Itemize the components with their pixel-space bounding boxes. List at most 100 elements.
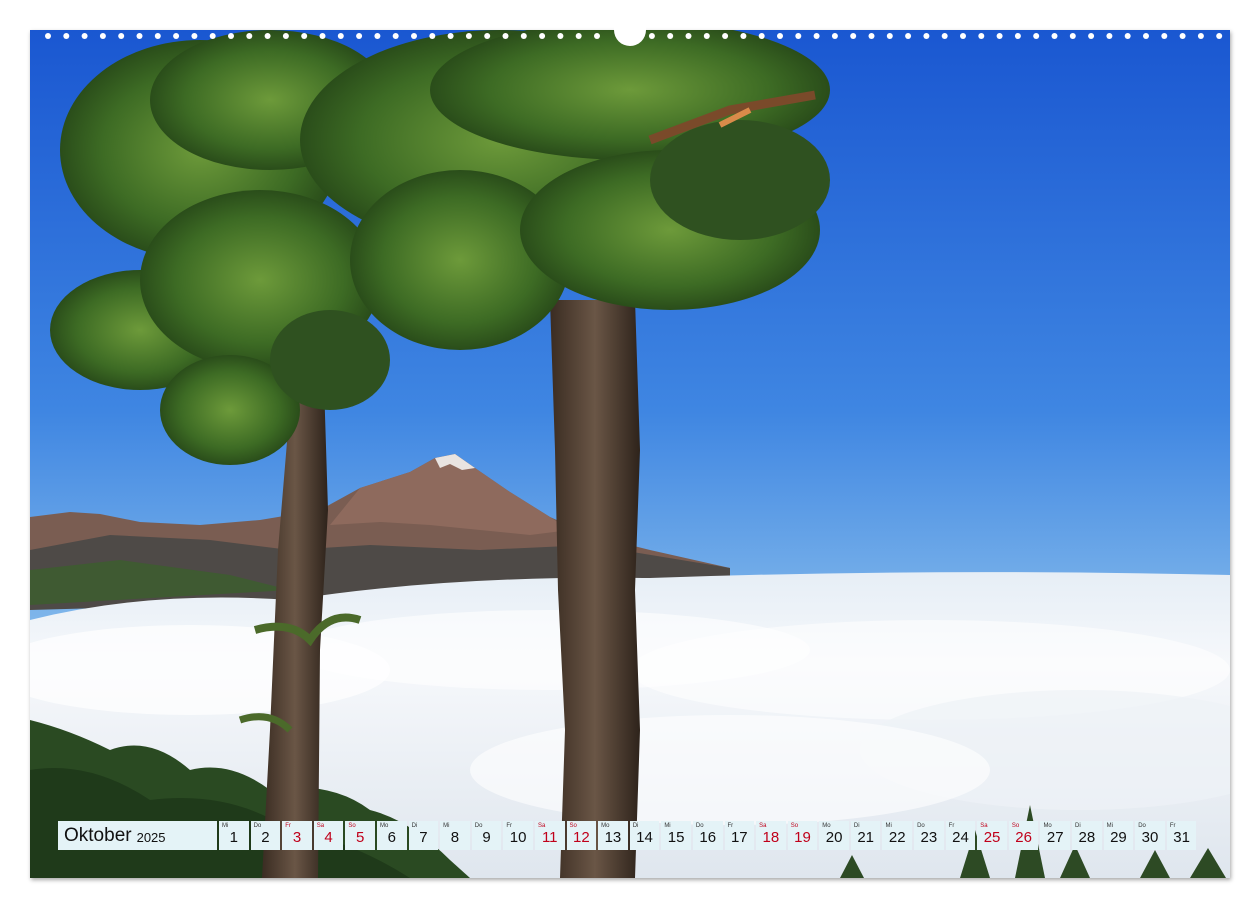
binding-hole — [648, 33, 655, 39]
day-number: 22 — [888, 829, 906, 846]
month-label: Oktober 2025 — [58, 821, 217, 850]
binding-hole — [392, 33, 399, 39]
day-number: 23 — [920, 829, 938, 846]
calendar-day: Mi 1 — [219, 821, 249, 850]
binding-hole — [81, 33, 88, 39]
binding-hole — [539, 33, 546, 39]
calendar-day: Do 30 — [1135, 821, 1165, 850]
binding-hole — [520, 33, 527, 39]
day-number: 18 — [762, 829, 780, 846]
calendar-day: So 26 — [1008, 821, 1039, 850]
binding-hole — [996, 33, 1003, 39]
binding-hole — [118, 33, 125, 39]
binding-hole — [465, 33, 472, 39]
calendar-day: So 19 — [787, 821, 818, 850]
binding-hole — [575, 33, 582, 39]
spiral-binding — [30, 26, 1230, 46]
day-number: 3 — [292, 829, 302, 846]
day-number: 14 — [636, 829, 653, 846]
binding-hole — [758, 33, 765, 39]
calendar-day: Mi 22 — [882, 821, 913, 850]
day-number: 25 — [983, 829, 1001, 846]
day-number: 13 — [604, 829, 622, 846]
binding-hole — [667, 33, 674, 39]
calendar-day: Do 9 — [471, 821, 502, 850]
binding-hole — [429, 33, 436, 39]
day-number: 7 — [419, 829, 428, 846]
binding-hole — [136, 33, 143, 39]
day-number: 27 — [1046, 829, 1064, 846]
binding-hole — [154, 33, 161, 39]
day-number: 21 — [857, 829, 875, 846]
calendar-strip: Oktober 2025 Mi 1 Do 2 Fr 3 Sa 4 So 5 Mo 6 Di 7 Mi 8 Do 9… — [58, 821, 1197, 850]
day-number: 5 — [356, 829, 365, 846]
binding-hole — [868, 33, 875, 39]
binding-hole — [319, 33, 326, 39]
calendar-day: Mi 29 — [1103, 821, 1134, 850]
binding-hole — [1216, 33, 1223, 39]
binding-hole — [356, 33, 363, 39]
calendar-day: Do 2 — [250, 821, 281, 850]
binding-hole — [795, 33, 802, 39]
binding-hole — [374, 33, 381, 39]
day-number: 30 — [1141, 829, 1159, 846]
binding-hole — [886, 33, 893, 39]
calendar-day: Do 16 — [692, 821, 723, 850]
hanging-notch — [614, 26, 646, 46]
binding-hole — [905, 33, 912, 39]
day-number: 1 — [229, 829, 238, 846]
binding-hole — [703, 33, 710, 39]
binding-hole — [1197, 33, 1204, 39]
binding-hole — [1179, 33, 1186, 39]
calendar-day: Di 21 — [850, 821, 881, 850]
binding-holes — [45, 26, 1223, 46]
day-number: 31 — [1173, 829, 1190, 846]
binding-hole — [594, 33, 600, 39]
binding-hole — [282, 33, 289, 39]
calendar-day: Di 14 — [629, 821, 660, 850]
binding-hole — [1051, 33, 1058, 39]
day-number: 26 — [1015, 829, 1032, 846]
calendar-day: Di 7 — [408, 821, 439, 850]
binding-hole — [411, 33, 417, 39]
binding-hole — [173, 33, 180, 39]
binding-hole — [1106, 33, 1113, 39]
binding-hole — [1143, 33, 1149, 39]
calendar-day: Do 23 — [914, 821, 944, 850]
calendar-day: Fr 31 — [1166, 821, 1197, 850]
binding-hole — [209, 33, 216, 39]
calendar-day: So 12 — [566, 821, 597, 850]
binding-hole — [246, 33, 253, 39]
day-number: 10 — [509, 829, 527, 846]
calendar-day: Fr 24 — [945, 821, 976, 850]
binding-hole — [191, 33, 198, 39]
binding-hole — [685, 33, 692, 39]
binding-hole — [301, 33, 308, 39]
binding-hole — [447, 33, 454, 39]
binding-hole — [978, 33, 985, 39]
binding-hole — [740, 33, 747, 39]
calendar-day: Mo 6 — [376, 821, 407, 850]
binding-hole — [63, 33, 70, 39]
binding-hole — [923, 33, 930, 39]
day-number: 12 — [572, 829, 590, 846]
binding-hole — [45, 33, 51, 39]
day-number: 4 — [324, 829, 333, 846]
calendar-day: Sa 4 — [313, 821, 344, 850]
day-number: 29 — [1110, 829, 1127, 846]
calendar-day: Mo 27 — [1040, 821, 1071, 850]
day-number: 15 — [667, 829, 685, 846]
day-number: 19 — [794, 829, 811, 846]
day-number: 28 — [1078, 829, 1096, 846]
binding-hole — [1161, 33, 1168, 39]
calendar-day: So 5 — [345, 821, 375, 850]
binding-hole — [1069, 33, 1076, 39]
binding-hole — [228, 33, 234, 39]
binding-hole — [722, 33, 729, 39]
calendar-day: Fr 17 — [724, 821, 755, 850]
calendar-photo — [30, 30, 1230, 878]
day-number: 8 — [450, 829, 460, 846]
calendar-day: Sa 11 — [534, 821, 565, 850]
binding-hole — [484, 33, 491, 39]
binding-hole — [1014, 33, 1021, 39]
